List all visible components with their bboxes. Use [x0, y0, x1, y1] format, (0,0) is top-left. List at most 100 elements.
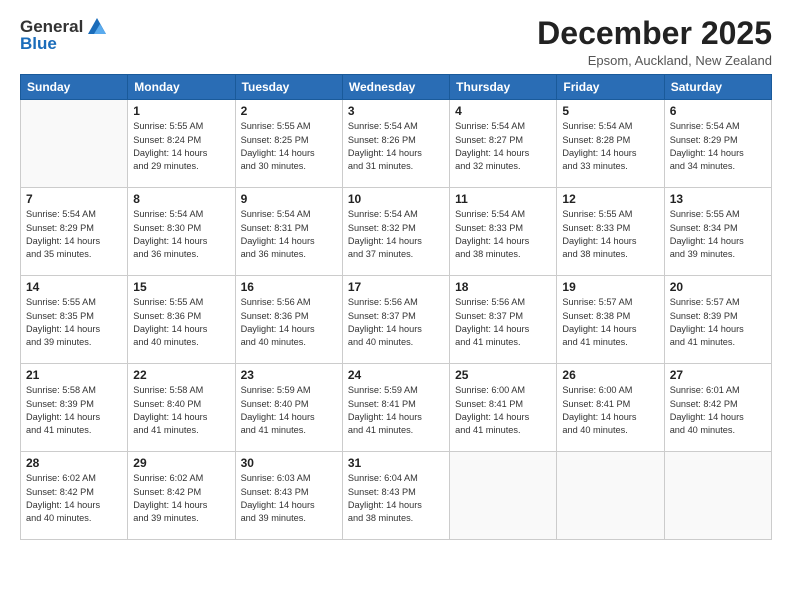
day-info: Sunrise: 5:54 AM Sunset: 8:29 PM Dayligh…	[26, 208, 122, 261]
calendar-week-1: 7 Sunrise: 5:54 AM Sunset: 8:29 PM Daylig…	[21, 188, 772, 276]
day-number: 31	[348, 456, 444, 470]
calendar-cell: 11 Sunrise: 5:54 AM Sunset: 8:33 PM Dayli…	[450, 188, 557, 276]
day-info: Sunrise: 5:55 AM Sunset: 8:33 PM Dayligh…	[562, 208, 658, 261]
calendar-cell: 7 Sunrise: 5:54 AM Sunset: 8:29 PM Daylig…	[21, 188, 128, 276]
calendar-cell: 20 Sunrise: 5:57 AM Sunset: 8:39 PM Dayli…	[664, 276, 771, 364]
day-number: 1	[133, 104, 229, 118]
day-info: Sunrise: 5:54 AM Sunset: 8:27 PM Dayligh…	[455, 120, 551, 173]
calendar-week-4: 28Sunrise: 6:02 AM Sunset: 8:42 PM Dayli…	[21, 452, 772, 540]
calendar-cell: 17Sunrise: 5:56 AM Sunset: 8:37 PM Dayli…	[342, 276, 449, 364]
day-number: 24	[348, 368, 444, 382]
day-number: 25	[455, 368, 551, 382]
calendar-cell: 27Sunrise: 6:01 AM Sunset: 8:42 PM Dayli…	[664, 364, 771, 452]
day-number: 19	[562, 280, 658, 294]
day-info: Sunrise: 5:54 AM Sunset: 8:26 PM Dayligh…	[348, 120, 444, 173]
day-info: Sunrise: 6:04 AM Sunset: 8:43 PM Dayligh…	[348, 472, 444, 525]
day-number: 18	[455, 280, 551, 294]
calendar-week-2: 14 Sunrise: 5:55 AM Sunset: 8:35 PM Dayli…	[21, 276, 772, 364]
day-number: 30	[241, 456, 337, 470]
day-info: Sunrise: 5:56 AM Sunset: 8:36 PM Dayligh…	[241, 296, 337, 349]
day-number: 2	[241, 104, 337, 118]
day-info: Sunrise: 5:56 AM Sunset: 8:37 PM Dayligh…	[455, 296, 551, 349]
day-info: Sunrise: 5:54 AM Sunset: 8:32 PM Dayligh…	[348, 208, 444, 261]
calendar-cell: 24 Sunrise: 5:59 AM Sunset: 8:41 PM Dayli…	[342, 364, 449, 452]
calendar-cell	[450, 452, 557, 540]
day-number: 16	[241, 280, 337, 294]
calendar-cell	[557, 452, 664, 540]
col-sunday: Sunday	[21, 75, 128, 100]
calendar-cell: 12 Sunrise: 5:55 AM Sunset: 8:33 PM Dayli…	[557, 188, 664, 276]
day-info: Sunrise: 5:54 AM Sunset: 8:28 PM Dayligh…	[562, 120, 658, 173]
calendar-cell	[21, 100, 128, 188]
day-info: Sunrise: 5:55 AM Sunset: 8:34 PM Dayligh…	[670, 208, 766, 261]
day-info: Sunrise: 5:54 AM Sunset: 8:29 PM Dayligh…	[670, 120, 766, 173]
calendar-cell: 3Sunrise: 5:54 AM Sunset: 8:26 PM Daylig…	[342, 100, 449, 188]
col-saturday: Saturday	[664, 75, 771, 100]
day-number: 10	[348, 192, 444, 206]
logo: General Blue	[20, 16, 108, 54]
calendar-cell: 18 Sunrise: 5:56 AM Sunset: 8:37 PM Dayli…	[450, 276, 557, 364]
day-info: Sunrise: 6:03 AM Sunset: 8:43 PM Dayligh…	[241, 472, 337, 525]
calendar-cell: 16 Sunrise: 5:56 AM Sunset: 8:36 PM Dayli…	[235, 276, 342, 364]
day-info: Sunrise: 5:58 AM Sunset: 8:39 PM Dayligh…	[26, 384, 122, 437]
day-info: Sunrise: 5:54 AM Sunset: 8:30 PM Dayligh…	[133, 208, 229, 261]
day-number: 22	[133, 368, 229, 382]
day-number: 21	[26, 368, 122, 382]
calendar-cell: 19 Sunrise: 5:57 AM Sunset: 8:38 PM Dayli…	[557, 276, 664, 364]
page: General Blue December 2025 Epsom, Auckla…	[0, 0, 792, 612]
day-info: Sunrise: 5:55 AM Sunset: 8:36 PM Dayligh…	[133, 296, 229, 349]
day-number: 7	[26, 192, 122, 206]
day-info: Sunrise: 6:01 AM Sunset: 8:42 PM Dayligh…	[670, 384, 766, 437]
calendar-cell: 29Sunrise: 6:02 AM Sunset: 8:42 PM Dayli…	[128, 452, 235, 540]
col-thursday: Thursday	[450, 75, 557, 100]
day-number: 14	[26, 280, 122, 294]
calendar-cell: 25 Sunrise: 6:00 AM Sunset: 8:41 PM Dayli…	[450, 364, 557, 452]
header: General Blue December 2025 Epsom, Auckla…	[20, 16, 772, 68]
col-monday: Monday	[128, 75, 235, 100]
col-friday: Friday	[557, 75, 664, 100]
day-info: Sunrise: 5:54 AM Sunset: 8:31 PM Dayligh…	[241, 208, 337, 261]
day-number: 11	[455, 192, 551, 206]
calendar-cell: 31 Sunrise: 6:04 AM Sunset: 8:43 PM Dayli…	[342, 452, 449, 540]
calendar-cell: 5 Sunrise: 5:54 AM Sunset: 8:28 PM Daylig…	[557, 100, 664, 188]
calendar-cell: 22 Sunrise: 5:58 AM Sunset: 8:40 PM Dayli…	[128, 364, 235, 452]
logo-icon	[86, 16, 108, 38]
calendar-cell: 10 Sunrise: 5:54 AM Sunset: 8:32 PM Dayli…	[342, 188, 449, 276]
calendar-cell: 30 Sunrise: 6:03 AM Sunset: 8:43 PM Dayli…	[235, 452, 342, 540]
day-number: 13	[670, 192, 766, 206]
calendar-week-3: 21 Sunrise: 5:58 AM Sunset: 8:39 PM Dayli…	[21, 364, 772, 452]
day-info: Sunrise: 5:57 AM Sunset: 8:38 PM Dayligh…	[562, 296, 658, 349]
calendar-cell: 23Sunrise: 5:59 AM Sunset: 8:40 PM Dayli…	[235, 364, 342, 452]
day-number: 9	[241, 192, 337, 206]
col-wednesday: Wednesday	[342, 75, 449, 100]
day-number: 20	[670, 280, 766, 294]
calendar-cell: 15Sunrise: 5:55 AM Sunset: 8:36 PM Dayli…	[128, 276, 235, 364]
day-number: 6	[670, 104, 766, 118]
calendar-cell: 1 Sunrise: 5:55 AM Sunset: 8:24 PM Daylig…	[128, 100, 235, 188]
day-number: 17	[348, 280, 444, 294]
day-info: Sunrise: 6:00 AM Sunset: 8:41 PM Dayligh…	[455, 384, 551, 437]
day-info: Sunrise: 5:57 AM Sunset: 8:39 PM Dayligh…	[670, 296, 766, 349]
month-title: December 2025	[537, 16, 772, 51]
calendar-week-0: 1 Sunrise: 5:55 AM Sunset: 8:24 PM Daylig…	[21, 100, 772, 188]
calendar-cell: 13 Sunrise: 5:55 AM Sunset: 8:34 PM Dayli…	[664, 188, 771, 276]
location: Epsom, Auckland, New Zealand	[537, 53, 772, 68]
day-info: Sunrise: 5:55 AM Sunset: 8:25 PM Dayligh…	[241, 120, 337, 173]
day-info: Sunrise: 5:59 AM Sunset: 8:40 PM Dayligh…	[241, 384, 337, 437]
day-info: Sunrise: 5:55 AM Sunset: 8:35 PM Dayligh…	[26, 296, 122, 349]
calendar: Sunday Monday Tuesday Wednesday Thursday…	[20, 74, 772, 540]
day-info: Sunrise: 5:58 AM Sunset: 8:40 PM Dayligh…	[133, 384, 229, 437]
calendar-cell: 2 Sunrise: 5:55 AM Sunset: 8:25 PM Daylig…	[235, 100, 342, 188]
day-number: 12	[562, 192, 658, 206]
calendar-cell: 4 Sunrise: 5:54 AM Sunset: 8:27 PM Daylig…	[450, 100, 557, 188]
col-tuesday: Tuesday	[235, 75, 342, 100]
day-number: 5	[562, 104, 658, 118]
day-info: Sunrise: 5:54 AM Sunset: 8:33 PM Dayligh…	[455, 208, 551, 261]
day-info: Sunrise: 6:00 AM Sunset: 8:41 PM Dayligh…	[562, 384, 658, 437]
day-number: 4	[455, 104, 551, 118]
day-info: Sunrise: 5:55 AM Sunset: 8:24 PM Dayligh…	[133, 120, 229, 173]
calendar-cell: 26Sunrise: 6:00 AM Sunset: 8:41 PM Dayli…	[557, 364, 664, 452]
calendar-cell: 21 Sunrise: 5:58 AM Sunset: 8:39 PM Dayli…	[21, 364, 128, 452]
day-info: Sunrise: 5:59 AM Sunset: 8:41 PM Dayligh…	[348, 384, 444, 437]
calendar-cell: 14 Sunrise: 5:55 AM Sunset: 8:35 PM Dayli…	[21, 276, 128, 364]
